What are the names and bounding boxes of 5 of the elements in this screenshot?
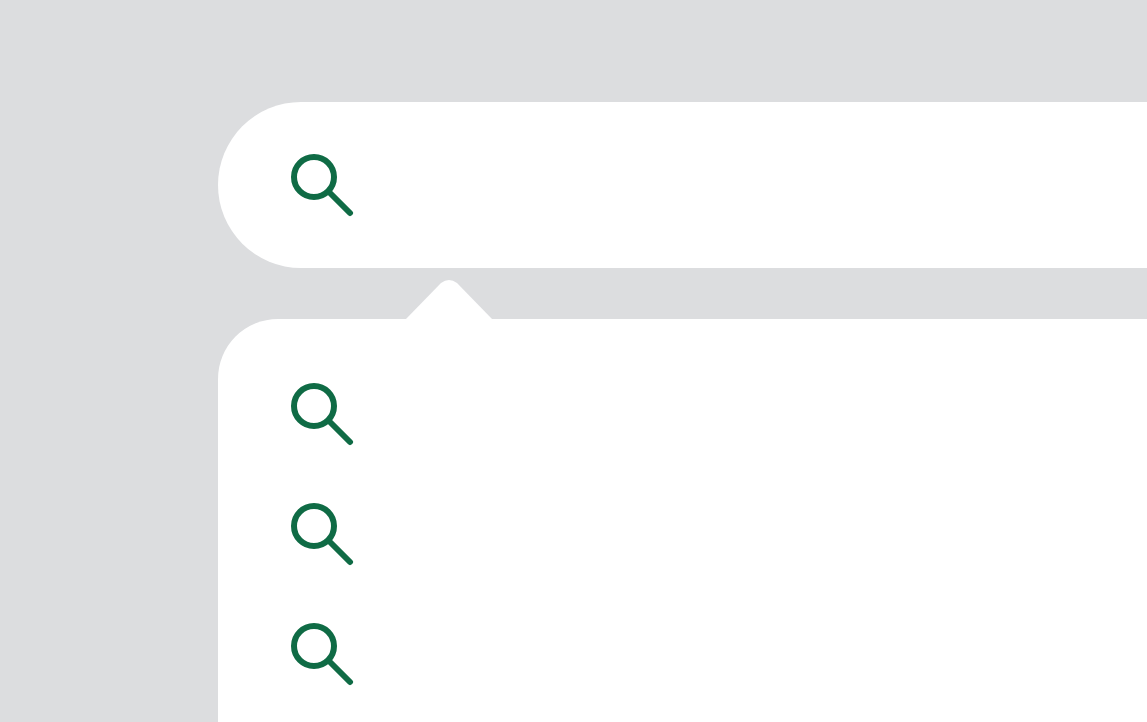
- search-icon: [290, 502, 354, 566]
- search-icon: [290, 622, 354, 686]
- search-icon: [290, 382, 354, 446]
- search-icon: [290, 153, 354, 217]
- search-field[interactable]: [218, 102, 1147, 268]
